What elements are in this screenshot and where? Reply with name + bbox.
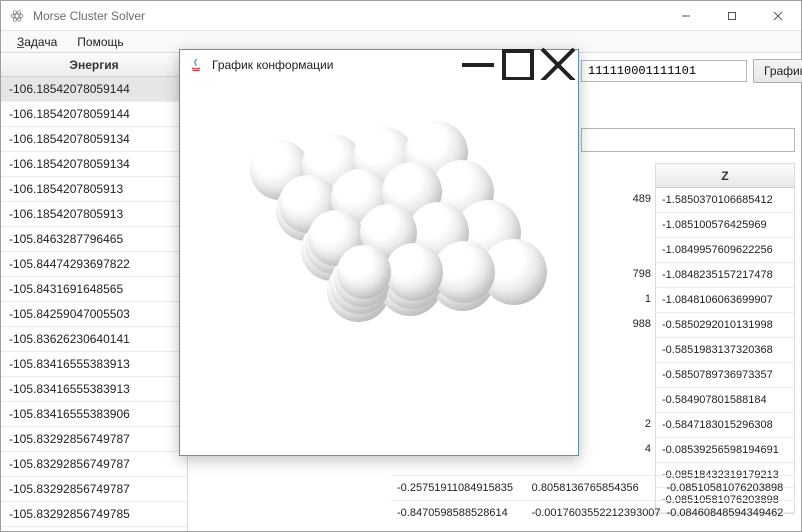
menu-help[interactable]: Помощь bbox=[67, 32, 133, 52]
energy-row[interactable]: -105.83416555383906 bbox=[1, 402, 187, 427]
z-cell[interactable]: -1.5850370106685412 bbox=[656, 188, 794, 213]
z-cell[interactable]: -0.5850292010131998 bbox=[656, 313, 794, 338]
app-icon bbox=[9, 8, 25, 24]
energy-row[interactable]: -105.83292856749787 bbox=[1, 427, 187, 452]
z-cell[interactable]: -1.0849957609622256 bbox=[656, 238, 794, 263]
y-cell-fragment bbox=[576, 337, 651, 362]
java-icon bbox=[188, 57, 204, 73]
atom-sphere bbox=[385, 243, 443, 301]
z-cell[interactable]: -0.584907801588184 bbox=[656, 388, 794, 413]
energy-header[interactable]: Энергия bbox=[1, 53, 187, 77]
energy-row[interactable]: -105.83292856749785 bbox=[1, 502, 187, 527]
y-cell-fragment bbox=[576, 362, 651, 387]
z-cell[interactable]: -0.5847183015296308 bbox=[656, 413, 794, 438]
energy-row[interactable]: -105.84474293697822 bbox=[1, 252, 187, 277]
plot-button[interactable]: График bbox=[753, 59, 802, 83]
y-cell-fragment: 988 bbox=[576, 312, 651, 337]
energy-row[interactable]: -106.1854207805913 bbox=[1, 202, 187, 227]
energy-row[interactable]: -105.83292856749787 bbox=[1, 477, 187, 502]
filter-input[interactable] bbox=[581, 128, 795, 152]
y-cell-fragment: 4 bbox=[576, 437, 651, 462]
z-column: Z -1.5850370106685412-1.085100576425969-… bbox=[655, 163, 795, 514]
energy-row[interactable]: -106.18542078059134 bbox=[1, 127, 187, 152]
conformation-popup[interactable]: График конформации bbox=[179, 49, 579, 456]
popup-close-button[interactable] bbox=[538, 50, 578, 80]
energy-row[interactable]: -106.1854207805913 bbox=[1, 177, 187, 202]
popup-maximize-button[interactable] bbox=[498, 50, 538, 80]
main-titlebar[interactable]: Morse Cluster Solver bbox=[1, 1, 801, 31]
conformation-input[interactable] bbox=[581, 60, 747, 82]
z-cell[interactable]: -0.5850789736973357 bbox=[656, 363, 794, 388]
energy-row[interactable]: -106.18542078059134 bbox=[1, 152, 187, 177]
energy-list[interactable]: -106.18542078059144-106.18542078059144-1… bbox=[1, 77, 187, 531]
z-header[interactable]: Z bbox=[656, 164, 794, 188]
z-cell[interactable]: -1.0848106063699907 bbox=[656, 288, 794, 313]
energy-row[interactable]: -105.84259047005503 bbox=[1, 302, 187, 327]
table-cell: -0.8470598588528614 bbox=[391, 501, 525, 525]
energy-row[interactable]: -106.18542078059144 bbox=[1, 77, 187, 102]
coord-table-bottom: -0.257519110849158350.8058136765854356-0… bbox=[391, 475, 795, 525]
y-cell-fragment: 798 bbox=[576, 262, 651, 287]
y-cell-fragment: 489 bbox=[576, 187, 651, 212]
table-row[interactable]: -0.8470598588528614-0.001760355221239300… bbox=[391, 500, 795, 525]
popup-minimize-button[interactable] bbox=[458, 50, 498, 80]
y-cell-fragment bbox=[576, 237, 651, 262]
energy-row[interactable]: -105.8431691648565 bbox=[1, 277, 187, 302]
window-controls bbox=[663, 1, 801, 31]
table-cell: -0.25751911084915835 bbox=[391, 476, 526, 500]
popup-title: График конформации bbox=[212, 58, 458, 72]
table-cell: 0.8058136765854356 bbox=[526, 476, 661, 500]
main-title: Morse Cluster Solver bbox=[33, 9, 663, 23]
energy-row[interactable]: -105.83626230640141 bbox=[1, 327, 187, 352]
y-cell-fragment: 1 bbox=[576, 287, 651, 312]
z-cell[interactable]: -0.08539256598194691 bbox=[656, 438, 794, 463]
energy-panel: Энергия -106.18542078059144-106.18542078… bbox=[1, 53, 188, 531]
minimize-button[interactable] bbox=[663, 1, 709, 31]
popup-titlebar[interactable]: График конформации bbox=[180, 50, 578, 80]
top-row: График bbox=[581, 58, 796, 84]
z-cell[interactable]: -0.5851983137320368 bbox=[656, 338, 794, 363]
energy-row[interactable]: -105.83292856749787 bbox=[1, 452, 187, 477]
y-cell-fragment bbox=[576, 212, 651, 237]
table-row[interactable]: -0.257519110849158350.8058136765854356-0… bbox=[391, 475, 795, 500]
table-cell: -0.08460848594349462 bbox=[661, 501, 795, 525]
z-cell[interactable]: -1.0848235157217478 bbox=[656, 263, 794, 288]
conformation-canvas[interactable] bbox=[180, 80, 578, 455]
atom-sphere bbox=[337, 245, 391, 299]
y-column-fragment: 489 7981988 24 bbox=[576, 187, 651, 512]
energy-row[interactable]: -105.83416555383913 bbox=[1, 352, 187, 377]
y-cell-fragment: 2 bbox=[576, 412, 651, 437]
maximize-button[interactable] bbox=[709, 1, 755, 31]
close-button[interactable] bbox=[755, 1, 801, 31]
z-cell[interactable]: -1.085100576425969 bbox=[656, 213, 794, 238]
y-cell-fragment bbox=[576, 387, 651, 412]
table-cell: -0.0017603552212393007 bbox=[525, 501, 660, 525]
energy-row[interactable]: -105.83416555383913 bbox=[1, 377, 187, 402]
menu-task[interactable]: Задача bbox=[7, 32, 67, 52]
energy-row[interactable]: -105.8463287796465 bbox=[1, 227, 187, 252]
energy-row[interactable]: -106.18542078059144 bbox=[1, 102, 187, 127]
table-cell: -0.08510581076203898 bbox=[660, 476, 795, 500]
